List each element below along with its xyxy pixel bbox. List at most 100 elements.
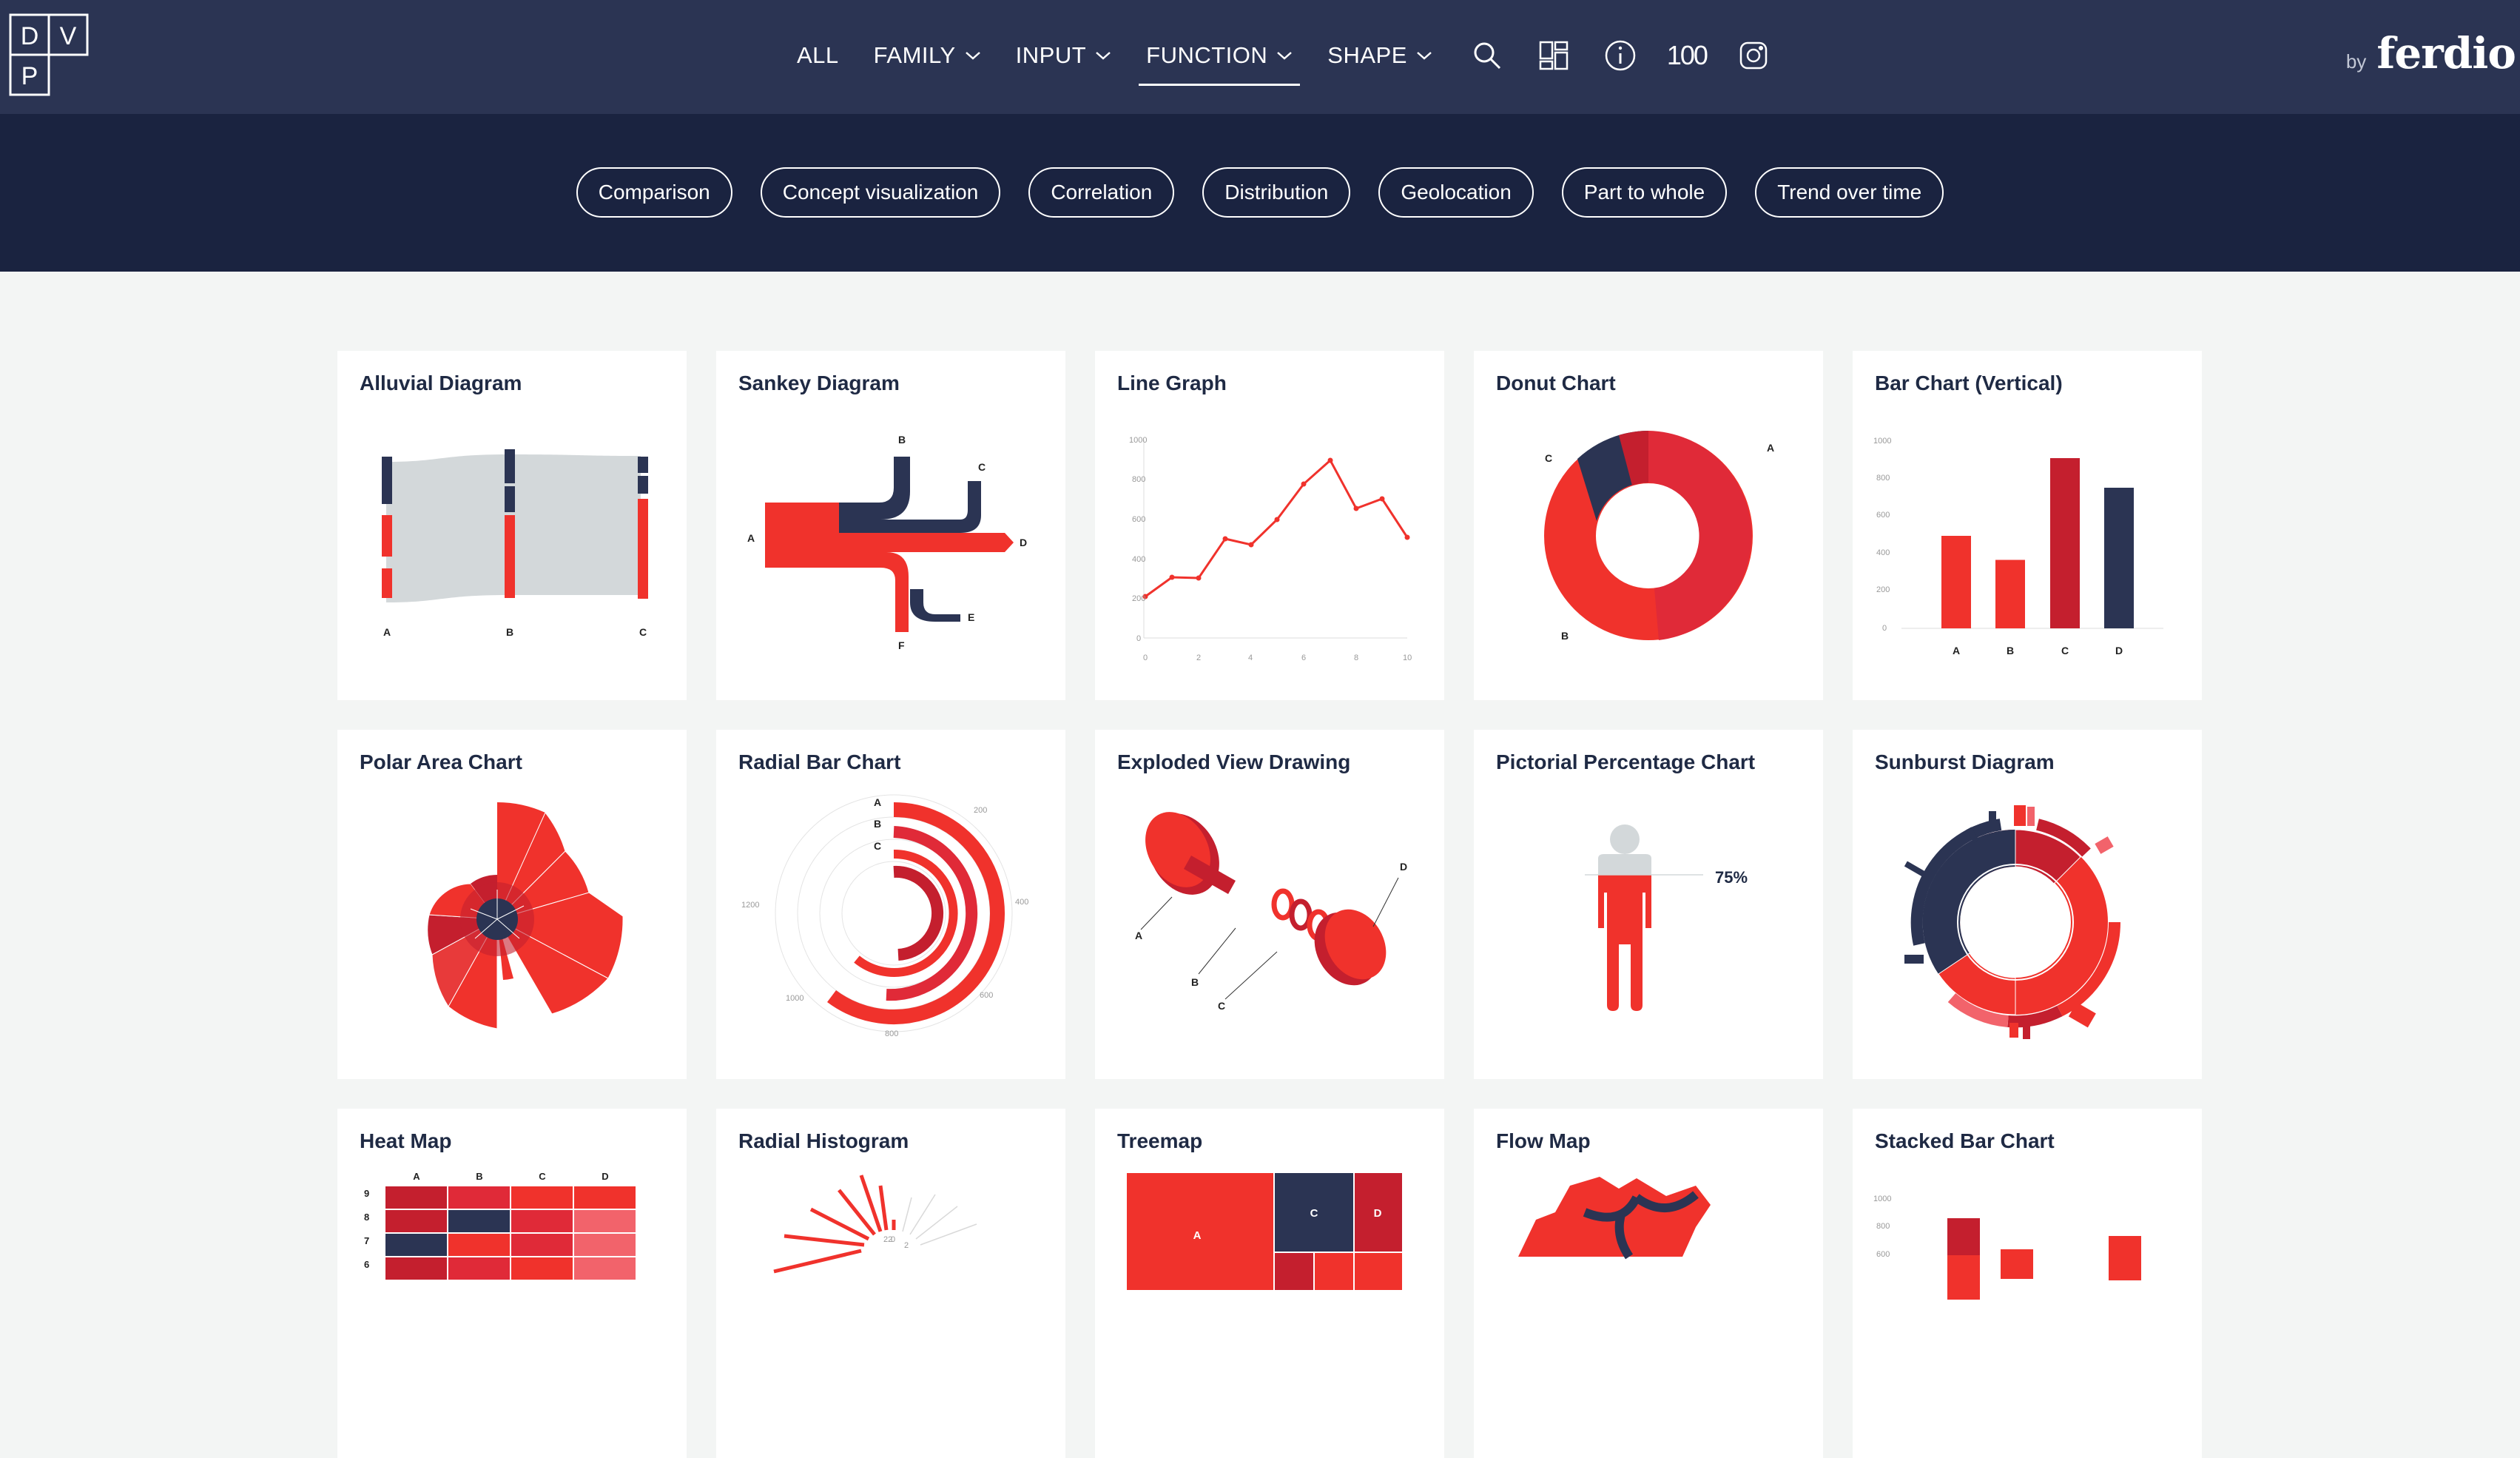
bar-d (2104, 488, 2134, 628)
heat-row-6: 6 (364, 1259, 369, 1270)
logo-letter-d: D (21, 22, 39, 50)
card-alluvial-diagram[interactable]: Alluvial Diagram A B C (337, 351, 687, 700)
treemap-thumbnail: A C D (1125, 1172, 1404, 1291)
radial-label-b: B (874, 818, 881, 830)
search-icon[interactable] (1467, 36, 1507, 75)
exploded-label-a: A (1135, 930, 1142, 941)
filter-part-to-whole[interactable]: Part to whole (1561, 167, 1728, 218)
radial-tick: 1200 (741, 901, 759, 910)
nav-label: SHAPE (1327, 42, 1407, 68)
line-xtick: 10 (1403, 654, 1412, 662)
line-xtick: 6 (1301, 654, 1306, 662)
card-radial-bar-chart[interactable]: Radial Bar Chart A B C 200 400 600 800 1… (716, 730, 1065, 1079)
stacked-ytick: 1000 (1873, 1195, 1891, 1203)
sankey-label-f: F (898, 639, 905, 651)
card-sankey-diagram[interactable]: Sankey Diagram A B C D E F (716, 351, 1065, 700)
card-stacked-bar-chart[interactable]: Stacked Bar Chart 1000 800 600 (1853, 1109, 2202, 1458)
line-ytick: 1000 (1129, 436, 1147, 445)
top-navigation-bar: D V P ALL FAMILY INPUT FUNCTION SHAPE 10… (0, 0, 2520, 114)
bar-chart-thumbnail: 1000 800 600 400 200 0 A B C D (1873, 437, 2163, 656)
nav-label: INPUT (1015, 42, 1087, 68)
nav-item-family[interactable]: FAMILY (874, 31, 981, 80)
bar-c (2050, 458, 2080, 628)
card-line-graph[interactable]: Line Graph 1000 800 600 400 200 0 0 2 4 … (1095, 351, 1444, 700)
filter-trend-over-time[interactable]: Trend over time (1755, 167, 1944, 218)
polar-area-thumbnail (427, 802, 624, 1029)
card-sunburst-diagram[interactable]: Sunburst Diagram (1853, 730, 2202, 1079)
stacked-ytick: 800 (1876, 1222, 1890, 1231)
chevron-down-icon (965, 52, 980, 60)
filter-geolocation[interactable]: Geolocation (1378, 167, 1534, 218)
bar-ytick: 400 (1876, 548, 1890, 557)
logo-letter-p: P (21, 62, 38, 90)
filter-concept-visualization[interactable]: Concept visualization (760, 167, 1001, 218)
donut-label-a: A (1767, 442, 1774, 454)
radial-hist-tick: 0 (891, 1235, 895, 1244)
heat-row-9: 9 (364, 1188, 369, 1199)
line-ytick: 200 (1132, 594, 1145, 603)
filter-distribution[interactable]: Distribution (1202, 167, 1351, 218)
info-icon[interactable] (1600, 36, 1640, 75)
filter-correlation[interactable]: Correlation (1028, 167, 1175, 218)
bar-ytick: 1000 (1873, 437, 1891, 446)
nav-item-shape[interactable]: SHAPE (1327, 31, 1432, 80)
instagram-icon[interactable] (1734, 36, 1773, 75)
radial-tick: 400 (1015, 898, 1028, 907)
card-heat-map[interactable]: Heat Map A B C D 9 8 7 6 (337, 1109, 687, 1458)
nav-item-input[interactable]: INPUT (1016, 31, 1112, 80)
heat-map-thumbnail: A B C D 9 8 7 6 (364, 1171, 637, 1281)
card-radial-histogram[interactable]: Radial Histogram 22 0 2 (716, 1109, 1065, 1458)
heat-col-b: B (476, 1171, 482, 1182)
card-polar-area-chart[interactable]: Polar Area Chart (337, 730, 687, 1079)
card-exploded-view-drawing[interactable]: Exploded View Drawing A B C D (1095, 730, 1444, 1079)
sankey-label-c: C (978, 461, 986, 473)
card-donut-chart[interactable]: Donut Chart A B C (1474, 351, 1823, 700)
treemap-label-a: A (1193, 1229, 1202, 1242)
main-nav: ALL FAMILY INPUT FUNCTION SHAPE 100 (797, 31, 1800, 86)
nav-item-all[interactable]: ALL (797, 31, 839, 80)
grid-layout-icon[interactable] (1534, 36, 1574, 75)
sankey-label-a: A (747, 532, 755, 544)
card-bar-chart-vertical[interactable]: Bar Chart (Vertical) 1000 800 600 400 20… (1853, 351, 2202, 700)
bar-label-a: A (1953, 645, 1960, 656)
filter-chips: Comparison Concept visualization Correla… (0, 167, 2520, 218)
radial-tick: 600 (980, 991, 993, 1000)
treemap-label-c: C (1310, 1207, 1318, 1220)
sankey-label-e: E (968, 611, 974, 623)
radial-bar-thumbnail: A B C 200 400 600 800 1000 1200 (741, 794, 1028, 1038)
filter-comparison[interactable]: Comparison (576, 167, 732, 218)
radial-hist-tick: 2 (904, 1241, 909, 1250)
bar-ytick: 200 (1876, 585, 1890, 594)
top-100-icon[interactable]: 100 (1667, 36, 1708, 75)
exploded-label-d: D (1400, 861, 1407, 873)
alluvial-diagram-thumbnail: A B C (382, 449, 648, 638)
radial-tick: 200 (974, 806, 987, 815)
byline-prefix: by (2345, 50, 2367, 73)
heat-col-d: D (602, 1171, 608, 1182)
pictorial-percentage-thumbnail: 75% (1585, 824, 1748, 1011)
card-pictorial-percentage-chart[interactable]: Pictorial Percentage Chart 75% (1474, 730, 1823, 1079)
nav-label: FUNCTION (1146, 42, 1268, 68)
card-flow-map[interactable]: Flow Map (1474, 1109, 1823, 1458)
exploded-label-b: B (1191, 976, 1199, 988)
line-graph-thumbnail: 1000 800 600 400 200 0 0 2 4 6 8 10 (1129, 436, 1412, 662)
bar-ytick: 800 (1876, 474, 1890, 483)
line-xtick: 8 (1354, 654, 1358, 662)
exploded-view-thumbnail: A B C D (1135, 812, 1407, 1012)
stacked-bar-thumbnail: 1000 800 600 (1873, 1195, 2141, 1300)
bar-label-b: B (2007, 645, 2014, 656)
nav-label: FAMILY (873, 42, 956, 68)
radial-tick: 800 (885, 1029, 898, 1038)
dvp-logo[interactable]: D V P (9, 13, 90, 98)
nav-item-function[interactable]: FUNCTION (1139, 31, 1301, 86)
alluvial-label-b: B (506, 626, 513, 638)
chevron-down-icon (1277, 52, 1293, 60)
radial-tick: 1000 (786, 994, 803, 1003)
ferdio-byline[interactable]: by ferdio (2346, 28, 2516, 78)
exploded-label-c: C (1218, 1000, 1225, 1012)
heat-col-c: C (539, 1171, 546, 1182)
donut-label-c: C (1545, 452, 1552, 464)
line-ytick: 0 (1136, 634, 1141, 643)
sunburst-thumbnail (1904, 805, 2121, 1039)
card-treemap[interactable]: Treemap A C D (1095, 1109, 1444, 1458)
